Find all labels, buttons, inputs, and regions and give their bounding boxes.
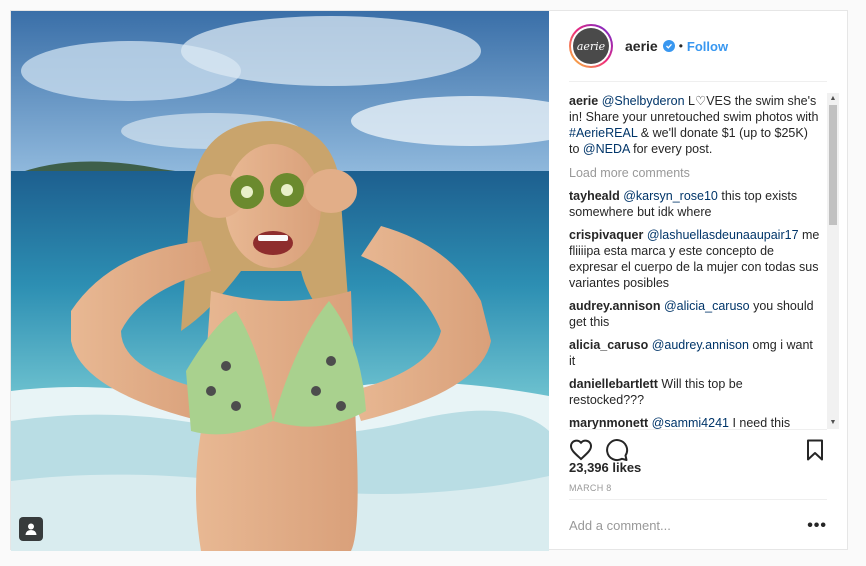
comment-item: audrey.annison @alicia_caruso you should… xyxy=(569,298,821,330)
comment-username[interactable]: audrey.annison xyxy=(569,299,660,313)
verified-badge-icon xyxy=(662,40,675,52)
comment-item: crispivaquer @lashuellasdeunaaupair17 me… xyxy=(569,227,821,291)
heart-icon[interactable] xyxy=(569,438,593,462)
post-header: aerie aerie • Follow xyxy=(569,11,827,82)
comment-username[interactable]: daniellebartlett xyxy=(569,377,658,391)
avatar-logo: aerie xyxy=(573,28,609,64)
post-container: aerie aerie • Follow aerie @Shelbyderon … xyxy=(10,10,848,551)
caption-mention-neda[interactable]: @NEDA xyxy=(583,142,630,156)
comment-item: marynmonett @sammi4241 I need this xyxy=(569,415,821,429)
caption-mention-shelbyderon[interactable]: @Shelbyderon xyxy=(602,94,685,108)
scroll-down-arrow-icon[interactable]: ▼ xyxy=(829,418,837,428)
person-tag-icon[interactable] xyxy=(19,517,43,541)
comment-item: daniellebartlett Will this top be restoc… xyxy=(569,376,821,408)
follow-button[interactable]: Follow xyxy=(687,39,728,54)
comment-item: alicia_caruso @audrey.annison omg i want… xyxy=(569,337,821,369)
more-options-button[interactable]: ••• xyxy=(807,517,827,535)
add-comment-bar: ••• xyxy=(569,499,827,551)
post-caption: aerie @Shelbyderon L♡VES the swim she's … xyxy=(569,93,821,157)
comment-mention[interactable]: @audrey.annison xyxy=(652,338,749,352)
comment-username[interactable]: alicia_caruso xyxy=(569,338,648,352)
comments-list[interactable]: aerie @Shelbyderon L♡VES the swim she's … xyxy=(569,93,839,429)
add-comment-input[interactable] xyxy=(569,518,789,533)
comments-scrollbar[interactable]: ▲ ▼ xyxy=(827,93,839,429)
comment-mention[interactable]: @karsyn_rose10 xyxy=(623,189,718,203)
comment-username[interactable]: tayheald xyxy=(569,189,620,203)
post-date: MARCH 8 xyxy=(569,483,612,493)
post-photo[interactable] xyxy=(11,11,549,551)
comment-username[interactable]: crispivaquer xyxy=(569,228,643,242)
comment-username[interactable]: marynmonett xyxy=(569,416,648,429)
bookmark-icon[interactable] xyxy=(803,438,827,462)
post-side-panel: aerie aerie • Follow aerie @Shelbyderon … xyxy=(549,11,847,551)
comment-mention[interactable]: @sammi4241 xyxy=(652,416,729,429)
like-count[interactable]: 23,396 likes xyxy=(569,460,641,475)
comment-bubble-icon[interactable] xyxy=(605,438,629,462)
scroll-thumb[interactable] xyxy=(829,105,837,225)
caption-hashtag[interactable]: #AerieREAL xyxy=(569,126,637,140)
beach-photo xyxy=(11,11,549,551)
header-separator: • xyxy=(678,39,683,53)
caption-text-3: for every post. xyxy=(629,142,713,156)
header-username[interactable]: aerie xyxy=(625,38,658,54)
load-more-comments-button[interactable]: Load more comments xyxy=(569,165,821,181)
comment-mention[interactable]: @alicia_caruso xyxy=(664,299,750,313)
caption-username[interactable]: aerie xyxy=(569,94,598,108)
avatar[interactable]: aerie xyxy=(569,24,613,68)
comment-item: tayheald @karsyn_rose10 this top exists … xyxy=(569,188,821,220)
comment-mention[interactable]: @lashuellasdeunaaupair17 xyxy=(647,228,799,242)
scroll-up-arrow-icon[interactable]: ▲ xyxy=(829,94,837,104)
comment-text: I need this xyxy=(728,416,791,429)
